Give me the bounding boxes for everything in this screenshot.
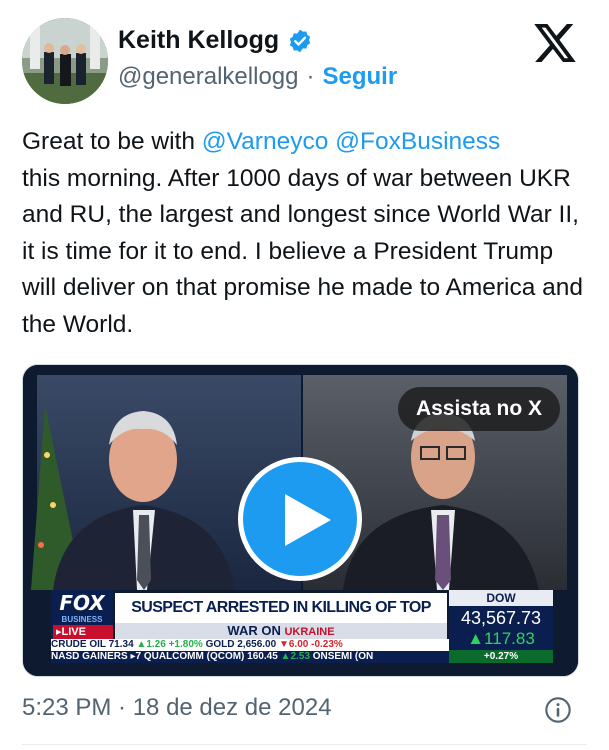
war-region-text: UKRAINE	[284, 626, 335, 638]
gold-change: ▼6.00	[278, 639, 309, 650]
gainers-label: NASD GAINERS	[51, 651, 128, 662]
gainers-stock: QUALCOMM (QCOM)	[143, 651, 245, 662]
news-headline: SUSPECT ARRESTED IN KILLING OF TOP RUSSI…	[115, 593, 447, 646]
follow-button[interactable]: Seguir	[322, 63, 397, 91]
author-handle[interactable]: @generalkellogg	[118, 63, 298, 91]
watch-on-x-button[interactable]: Assista no X	[397, 387, 560, 431]
author-name[interactable]: Keith Kellogg	[118, 26, 279, 55]
mention-foxbusiness[interactable]: @FoxBusiness	[335, 128, 500, 155]
tweet-text-start: Great to be with	[22, 128, 202, 155]
tweet-header: Keith Kellogg @generalkellogg · Seguir	[0, 0, 609, 110]
gainers-change: ▲2.53	[280, 651, 310, 662]
war-label: WAR ON UKRAINE	[115, 623, 447, 640]
mention-varneyco[interactable]: @Varneyco	[202, 128, 329, 155]
dow-value: 43,567.73	[460, 608, 542, 628]
info-icon[interactable]	[544, 696, 572, 724]
verified-badge-icon	[289, 29, 311, 52]
separator-dot: ·	[306, 63, 315, 90]
handle-row: @generalkellogg · Seguir	[118, 63, 397, 91]
live-badge: ▸LIVE	[53, 625, 113, 639]
crude-change: ▲1.26	[136, 639, 166, 650]
war-on-text: WAR ON	[227, 623, 281, 638]
gainers-price: 160.45	[247, 651, 278, 662]
tweet-text-rest: this morning. After 1000 days of war bet…	[22, 164, 584, 338]
dow-label: DOW	[449, 590, 553, 606]
crude-value: 71.34	[108, 639, 134, 650]
gold-pct: -0.23%	[311, 639, 343, 650]
gainers-next: ONSEMI (ON	[312, 651, 374, 662]
dow-change: ▲117.83	[467, 629, 535, 648]
tweet-text: Great to be with @Varneyco @FoxBusiness …	[22, 124, 587, 343]
dow-pct: +0.27%	[449, 650, 553, 663]
gainers-ticker: NASD GAINERS ▸7 QUALCOMM (QCOM) 160.45 ▲…	[51, 651, 449, 663]
divider	[22, 744, 587, 745]
avatar[interactable]	[22, 18, 108, 104]
crude-pct: +1.80%	[168, 639, 203, 650]
author-name-row: Keith Kellogg	[118, 26, 313, 55]
crude-label: CRUDE OIL	[51, 639, 106, 650]
play-icon	[285, 494, 331, 546]
fox-logo-subtext: BUSINESS	[61, 615, 103, 624]
dow-box: DOW 43,567.73 ▲117.83 +0.27%	[449, 590, 553, 663]
fox-logo-text: FOX	[59, 591, 105, 615]
gold-value: 2,656.00	[237, 639, 277, 650]
war-banner: WAR ON UKRAINE	[115, 623, 447, 639]
commodity-ticker: CRUDE OIL 71.34 ▲1.26 +1.80% GOLD 2,656.…	[51, 639, 449, 651]
gold-label: GOLD	[205, 639, 235, 650]
video-player[interactable]: Assista no X FOX BUSINESS ▸LIVE SUSPECT …	[22, 364, 579, 677]
play-button[interactable]	[238, 457, 362, 581]
x-logo-icon[interactable]	[534, 24, 576, 62]
tweet-timestamp[interactable]: 5:23 PM · 18 de dez de 2024	[22, 694, 332, 722]
gainers-rank: ▸7	[130, 651, 142, 662]
